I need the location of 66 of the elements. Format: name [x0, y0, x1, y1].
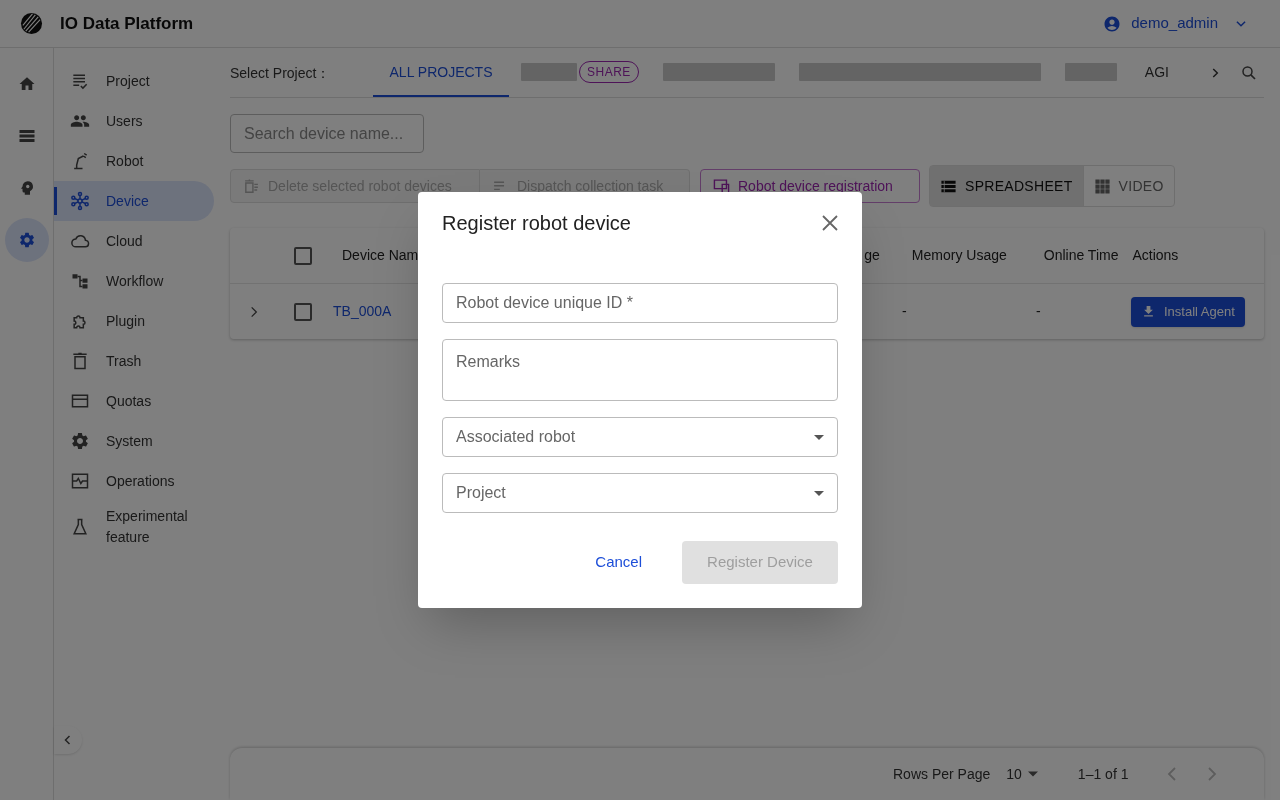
search-field[interactable]: Search device name... — [230, 114, 424, 153]
sidebar-item[interactable]: Trash — [54, 341, 214, 381]
input-field[interactable]: Robot device unique ID * — [442, 283, 838, 323]
checkbox[interactable] — [294, 302, 312, 321]
settings-icon — [17, 231, 36, 249]
view-toggle[interactable]: SPREADSHEET — [930, 166, 1083, 206]
sidebar-item[interactable]: Cloud — [54, 221, 214, 261]
table-cell-text: - — [1036, 302, 1042, 321]
redacted-block — [1064, 63, 1117, 81]
sidebar-item[interactable]: Project — [54, 61, 214, 101]
project-tab[interactable]: ALL PROJECTS — [373, 49, 509, 97]
project-tab[interactable]: SHARE — [509, 49, 651, 97]
sidebar-item[interactable]: System — [54, 421, 214, 461]
view-toggle[interactable]: VIDEO — [1082, 166, 1174, 206]
table-cell-text: - — [902, 302, 908, 321]
trash-list-icon — [243, 177, 260, 195]
column-header: Device Nam — [342, 246, 419, 265]
checkbox[interactable] — [294, 246, 312, 265]
select-field[interactable]: Project — [442, 473, 838, 513]
sidebar-item[interactable]: Quotas — [54, 381, 214, 421]
rows-per-page-label: Rows Per Page — [893, 764, 991, 784]
devices-icon — [713, 177, 730, 195]
select-project-label: Select Project： — [230, 63, 332, 83]
sidebar-item[interactable]: Plugin — [54, 301, 214, 341]
sidebar-item[interactable]: Device — [54, 181, 214, 221]
column-header: Actions — [1132, 246, 1179, 265]
select-field[interactable]: Associated robot — [442, 417, 838, 457]
sidebar-item[interactable]: Operations — [54, 461, 214, 501]
text-area[interactable]: Remarks — [442, 339, 838, 401]
user-menu[interactable]: demo_admin — [1103, 12, 1248, 35]
dropdown-arrow-icon — [814, 490, 824, 496]
network-icon — [70, 191, 90, 211]
sidebar-item[interactable]: Workflow — [54, 261, 214, 301]
column-header: Memory Usage — [911, 246, 1007, 265]
close-icon[interactable] — [822, 215, 838, 231]
project-tab[interactable]: AGI — [1128, 49, 1185, 97]
search-icon[interactable] — [1240, 64, 1258, 82]
column-header: Online Time — [1043, 246, 1119, 265]
settings-icon — [70, 431, 90, 451]
redacted-block — [521, 63, 577, 81]
cancel-button[interactable]: Cancel — [583, 541, 654, 584]
checklist-icon — [70, 71, 90, 91]
dialog-title: Register robot device — [442, 211, 631, 236]
logo-icon — [20, 12, 43, 35]
home-icon — [17, 75, 36, 93]
rail-button[interactable] — [4, 218, 49, 262]
grid-icon — [1093, 177, 1111, 195]
rows-per-page-select[interactable]: 10 — [1006, 763, 1038, 785]
selected-indicator — [54, 187, 57, 215]
sidebar-item[interactable]: Experimental feature — [54, 501, 214, 553]
column-header: ge — [864, 246, 880, 265]
card-icon — [70, 391, 90, 411]
page-range: 1–1 of 1 — [1077, 764, 1129, 784]
flowchart-icon — [70, 271, 90, 291]
account-icon — [1103, 14, 1122, 33]
app-title: IO Data Platform — [60, 12, 194, 35]
sidebar-item[interactable]: Users — [54, 101, 214, 141]
sidebar-item[interactable]: Robot — [54, 141, 214, 181]
dropdown-arrow-icon — [1027, 771, 1038, 777]
install-agent-button[interactable]: Install Agent — [1131, 296, 1245, 327]
download-icon — [1141, 304, 1156, 319]
flask-icon — [70, 517, 90, 537]
dropdown-arrow-icon — [814, 434, 824, 440]
monitor-pulse-icon — [70, 471, 90, 491]
storage-icon — [17, 127, 36, 145]
trash-icon — [70, 351, 90, 371]
